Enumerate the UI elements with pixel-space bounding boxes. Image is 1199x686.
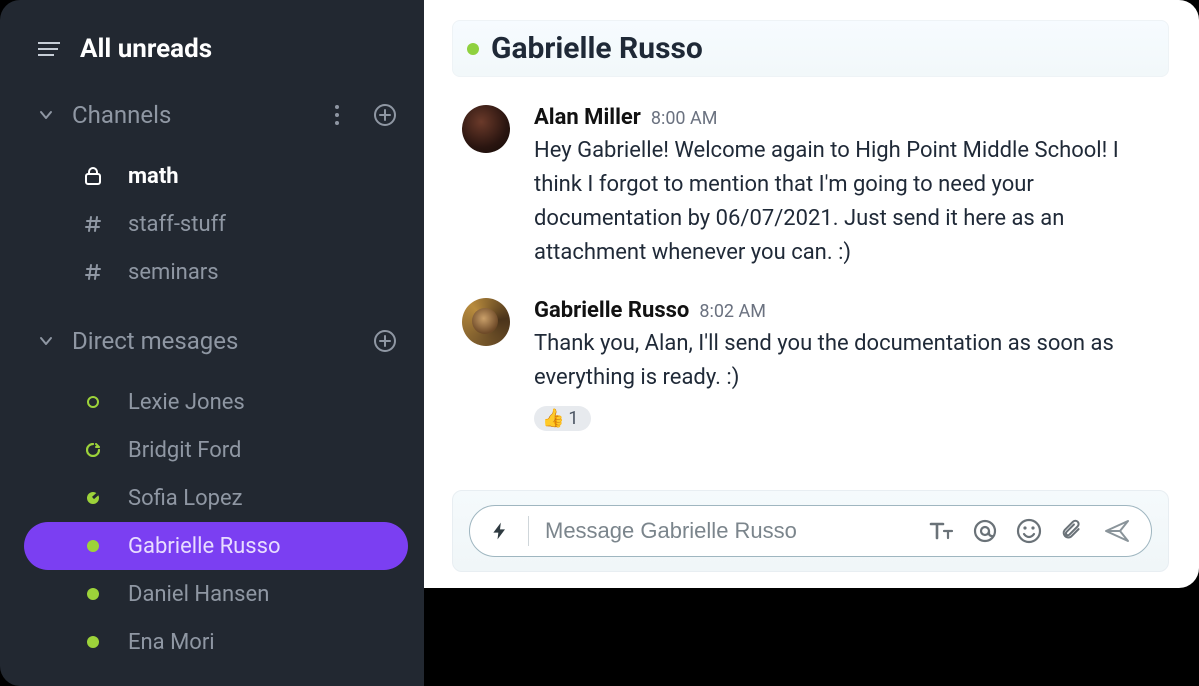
chevron-down-icon — [38, 107, 54, 123]
lock-icon — [80, 166, 106, 186]
message-time: 8:00 AM — [651, 108, 718, 129]
dm-label: Daniel Hansen — [128, 582, 269, 607]
dm-label: Ena Mori — [128, 630, 215, 655]
channels-list: math staff-stuff seminars — [24, 152, 408, 296]
more-vertical-icon — [334, 104, 340, 126]
hash-icon — [80, 214, 106, 234]
presence-dnd-icon — [80, 491, 106, 505]
presence-online-icon — [467, 43, 479, 55]
channels-section-header[interactable]: Channels — [24, 100, 408, 130]
reaction-count: 1 — [568, 408, 578, 429]
hash-icon — [80, 262, 106, 282]
reaction-pill[interactable]: 👍 1 — [534, 406, 591, 431]
add-channel-button[interactable] — [370, 100, 400, 130]
dm-item-ena-mori[interactable]: Ena Mori — [24, 618, 408, 666]
dm-list: Lexie Jones Bridgit Ford Sofia Lopez Gab… — [24, 378, 408, 666]
dm-item-sofia-lopez[interactable]: Sofia Lopez — [24, 474, 408, 522]
message-author[interactable]: Alan Miller — [534, 105, 641, 130]
paperclip-icon — [1060, 517, 1086, 545]
new-dm-button[interactable] — [370, 326, 400, 356]
sidebar: All unreads Channels math — [0, 0, 424, 686]
message-text: Hey Gabrielle! Welcome again to High Poi… — [534, 134, 1169, 270]
dm-header-label: Direct mesages — [72, 327, 352, 355]
chat-header[interactable]: Gabrielle Russo — [452, 20, 1169, 77]
text-format-icon — [927, 517, 955, 545]
chat-pane: Gabrielle Russo Alan Miller 8:00 AM Hey … — [424, 0, 1199, 588]
channels-more-button[interactable] — [322, 100, 352, 130]
dm-label: Gabrielle Russo — [128, 534, 281, 559]
mention-button[interactable] — [971, 517, 999, 545]
chat-title: Gabrielle Russo — [491, 31, 703, 66]
divider — [528, 516, 529, 546]
avatar[interactable] — [462, 298, 510, 346]
plus-circle-icon — [373, 103, 397, 127]
channel-item-staff-stuff[interactable]: staff-stuff — [24, 200, 408, 248]
all-unreads-button[interactable]: All unreads — [24, 34, 408, 64]
channel-item-seminars[interactable]: seminars — [24, 248, 408, 296]
channels-header-label: Channels — [72, 101, 304, 129]
format-button[interactable] — [927, 517, 955, 545]
presence-ring-icon — [80, 396, 106, 408]
message-list: Alan Miller 8:00 AM Hey Gabrielle! Welco… — [452, 105, 1169, 490]
channel-label: staff-stuff — [128, 212, 226, 237]
menu-icon — [38, 42, 60, 56]
presence-online-icon — [80, 588, 106, 600]
dm-item-gabrielle-russo[interactable]: Gabrielle Russo — [24, 522, 408, 570]
smile-icon — [1015, 517, 1043, 545]
message: Gabrielle Russo 8:02 AM Thank you, Alan,… — [462, 298, 1169, 430]
composer-area — [452, 490, 1169, 572]
dm-label: Bridgit Ford — [128, 438, 241, 463]
attach-button[interactable] — [1059, 517, 1087, 545]
all-unreads-label: All unreads — [80, 34, 212, 64]
dm-item-daniel-hansen[interactable]: Daniel Hansen — [24, 570, 408, 618]
message-time: 8:02 AM — [699, 301, 766, 322]
channel-label: math — [128, 164, 179, 189]
send-icon — [1103, 517, 1131, 545]
message-author[interactable]: Gabrielle Russo — [534, 298, 689, 323]
presence-online-icon — [80, 540, 106, 552]
message-text: Thank you, Alan, I'll send you the docum… — [534, 327, 1169, 395]
emoji-button[interactable] — [1015, 517, 1043, 545]
dm-item-bridgit-ford[interactable]: Bridgit Ford — [24, 426, 408, 474]
bolt-icon — [490, 519, 510, 543]
channel-label: seminars — [128, 260, 219, 285]
chevron-down-icon — [38, 333, 54, 349]
presence-away-icon — [80, 443, 106, 457]
at-icon — [971, 517, 999, 545]
plus-circle-icon — [373, 329, 397, 353]
dm-label: Lexie Jones — [128, 390, 245, 415]
send-button[interactable] — [1103, 517, 1131, 545]
dm-label: Sofia Lopez — [128, 486, 243, 511]
channel-item-math[interactable]: math — [24, 152, 408, 200]
dm-section-header[interactable]: Direct mesages — [24, 326, 408, 356]
composer — [469, 505, 1152, 557]
message: Alan Miller 8:00 AM Hey Gabrielle! Welco… — [462, 105, 1169, 270]
shortcuts-button[interactable] — [490, 519, 512, 543]
dm-item-lexie-jones[interactable]: Lexie Jones — [24, 378, 408, 426]
message-input[interactable] — [545, 518, 911, 544]
avatar[interactable] — [462, 105, 510, 153]
presence-online-icon — [80, 636, 106, 648]
thumbs-up-icon: 👍 — [542, 408, 564, 429]
